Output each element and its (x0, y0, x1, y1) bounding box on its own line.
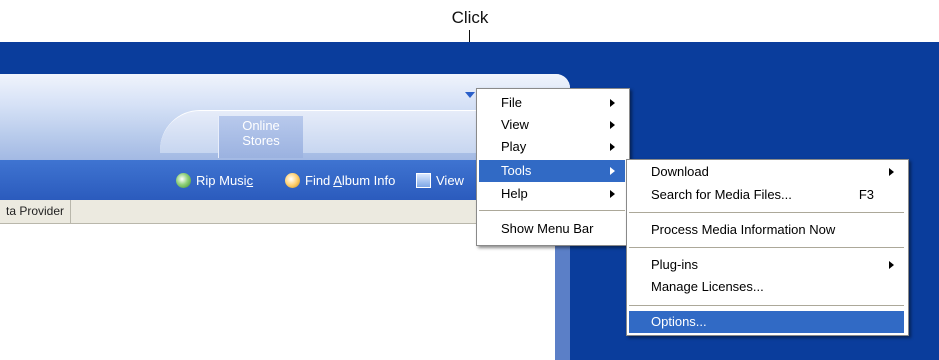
menu-item-download-label: Download (651, 164, 709, 179)
submenu-arrow-icon (610, 99, 615, 107)
menu-separator (479, 210, 625, 211)
menu-item-plug-ins-label: Plug-ins (651, 257, 698, 272)
menu-separator (629, 212, 904, 213)
tab-online-stores[interactable]: Online Stores (218, 116, 303, 158)
view-icon (416, 172, 431, 188)
menu-item-download[interactable]: Download (629, 161, 904, 183)
view-button[interactable]: View (416, 170, 464, 190)
menu-item-file[interactable]: File (479, 92, 625, 114)
menu-item-process-media-info-label: Process Media Information Now (651, 222, 836, 237)
menu-separator (629, 247, 904, 248)
menu-item-tools-label: Tools (501, 163, 532, 178)
menu-item-help[interactable]: Help (479, 183, 625, 205)
submenu-arrow-icon (889, 168, 894, 176)
menu-item-help-label: Help (501, 186, 528, 201)
menu-item-play-label: Play (501, 139, 527, 154)
menu-item-search-media-files-label: Search for Media Files... (651, 187, 792, 202)
menu-item-options[interactable]: Options... (629, 311, 904, 333)
menu-item-view[interactable]: View (479, 114, 625, 136)
find-album-info-label: Find Album Info (305, 172, 396, 188)
menu-dropdown-arrow-icon[interactable] (465, 92, 475, 98)
rip-music-icon (176, 172, 191, 188)
submenu-arrow-icon (610, 190, 615, 198)
view-label: View (436, 172, 464, 188)
rip-music-label: Rip Music (196, 172, 254, 188)
shortcut-f3: F3 (858, 187, 874, 202)
menu-separator (629, 305, 904, 306)
player-main-menu: File View Play Tools Help Show Menu Bar (476, 88, 630, 246)
menu-item-manage-licenses[interactable]: Manage Licenses... (629, 276, 904, 298)
menu-item-show-menu-bar[interactable]: Show Menu Bar (479, 218, 625, 240)
menu-item-manage-licenses-label: Manage Licenses... (651, 279, 764, 294)
menu-item-options-label: Options... (651, 314, 707, 329)
submenu-arrow-icon (610, 143, 615, 151)
tab-online-stores-line2: Stores (242, 133, 280, 148)
menu-item-play[interactable]: Play (479, 136, 625, 158)
tools-submenu: Download Search for Media Files... F3 Pr… (626, 159, 909, 336)
column-header-provider[interactable]: ta Provider (0, 200, 72, 223)
menu-item-file-label: File (501, 95, 522, 110)
list-content-pane[interactable] (0, 224, 555, 360)
menu-item-tools[interactable]: Tools (479, 160, 625, 182)
tab-strip (160, 110, 490, 153)
submenu-arrow-icon (610, 167, 615, 175)
click-callout-label: Click (451, 8, 489, 27)
menu-item-plug-ins[interactable]: Plug-ins (629, 254, 904, 276)
menu-item-process-media-info[interactable]: Process Media Information Now (629, 219, 904, 241)
rip-music-button[interactable]: Rip Music (176, 170, 253, 190)
find-album-info-button[interactable]: Find Album Info (285, 170, 395, 190)
submenu-arrow-icon (889, 261, 894, 269)
menu-item-view-label: View (501, 117, 529, 132)
find-album-info-icon (285, 172, 300, 188)
menu-item-search-media-files[interactable]: Search for Media Files... F3 (629, 184, 904, 206)
submenu-arrow-icon (610, 121, 615, 129)
menu-item-show-menu-bar-label: Show Menu Bar (501, 221, 594, 236)
tab-online-stores-line1: Online (242, 118, 280, 133)
